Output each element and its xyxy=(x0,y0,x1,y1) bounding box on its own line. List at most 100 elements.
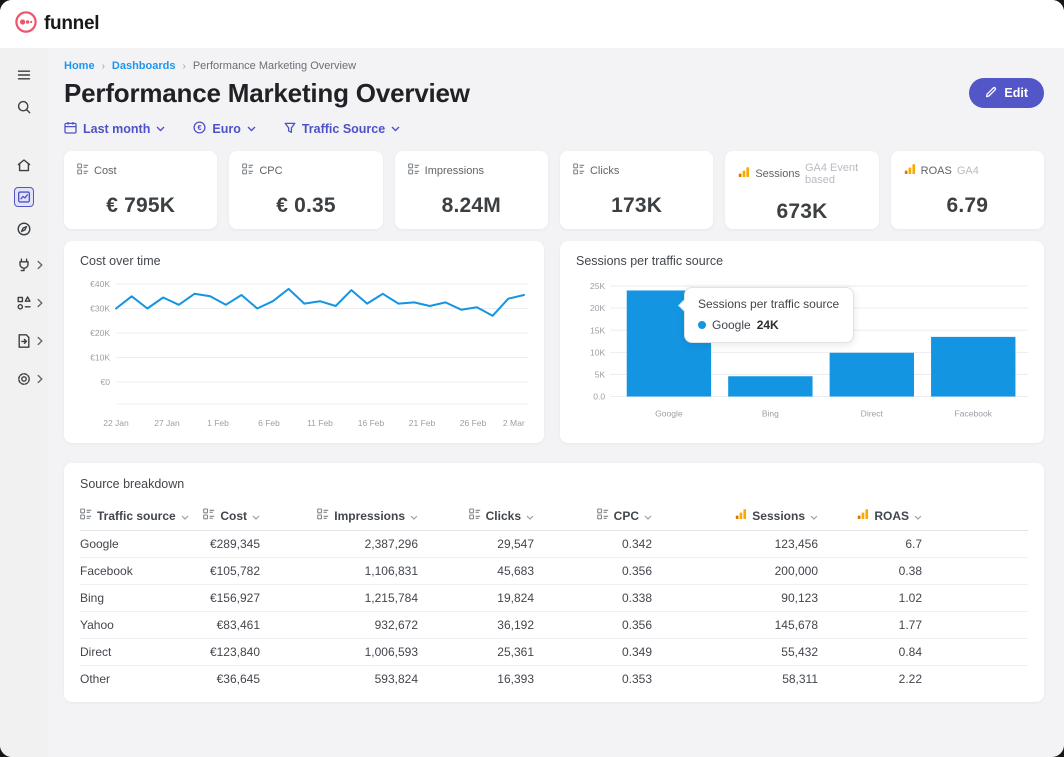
cell-traffic-source: Facebook xyxy=(80,558,198,584)
column-header-sessions[interactable]: Sessions xyxy=(652,503,818,530)
svg-text:10K: 10K xyxy=(590,347,605,357)
sidebar-item-menu[interactable] xyxy=(6,60,42,90)
breadcrumb-home[interactable]: Home xyxy=(64,60,95,72)
cell-impressions: 1,006,593 xyxy=(260,639,418,665)
filter-bar: Last month € Euro Traffic Source xyxy=(64,121,1044,137)
svg-text:21 Feb: 21 Feb xyxy=(409,418,436,428)
chevron-right-icon xyxy=(37,337,44,346)
tooltip-title: Sessions per traffic source xyxy=(698,297,839,311)
svg-text:Google: Google xyxy=(655,409,683,419)
datasource-icon xyxy=(242,162,254,180)
column-header-roas[interactable]: ROAS xyxy=(818,503,922,530)
cell-cost: €36,645 xyxy=(198,666,260,692)
sessions-per-source-card: Sessions per traffic source 0.05K10K15K2… xyxy=(560,241,1044,443)
datasource-icon xyxy=(408,162,420,180)
kpi-card-cpc[interactable]: CPC € 0.35 xyxy=(229,151,382,229)
svg-text:26 Feb: 26 Feb xyxy=(460,418,487,428)
kpi-card-cost[interactable]: Cost€ 795K xyxy=(64,151,217,229)
kpi-card-impressions[interactable]: Impressions8.24M xyxy=(395,151,548,229)
date-range-filter[interactable]: Last month xyxy=(64,121,165,137)
currency-filter[interactable]: € Euro xyxy=(193,121,255,137)
cell-clicks: 19,824 xyxy=(418,585,534,611)
cell-cpc: 0.342 xyxy=(534,531,652,557)
column-header-clicks[interactable]: Clicks xyxy=(418,503,534,530)
svg-text:Facebook: Facebook xyxy=(955,409,993,419)
cell-traffic-source: Google xyxy=(80,531,198,557)
kpi-value: 173K xyxy=(573,194,700,218)
plug-icon xyxy=(15,256,33,274)
svg-text:27 Jan: 27 Jan xyxy=(154,418,180,428)
breadcrumb-dashboards[interactable]: Dashboards xyxy=(112,60,176,72)
sidebar-item-exports[interactable] xyxy=(6,326,42,356)
logo-text: funnel xyxy=(44,13,99,35)
home-icon xyxy=(15,156,33,174)
chart-title: Cost over time xyxy=(80,254,528,268)
cell-cpc: 0.353 xyxy=(534,666,652,692)
hamburger-icon xyxy=(15,66,33,84)
chart-tooltip: Sessions per traffic source Google 24K xyxy=(684,287,854,343)
svg-text:€10K: €10K xyxy=(90,353,110,363)
app-window: funnel Home › Dashboards › Performance M… xyxy=(0,0,1064,757)
sidebar-item-search[interactable] xyxy=(6,92,42,122)
cell-cpc: 0.356 xyxy=(534,612,652,638)
ga4-bars-icon xyxy=(857,508,869,523)
table-header-row: Traffic sourceCostImpressionsClicksCPCSe… xyxy=(80,503,1028,531)
kpi-label: CPC xyxy=(259,165,282,177)
main-content: Home › Dashboards › Performance Marketin… xyxy=(48,48,1064,757)
cell-roas: 2.22 xyxy=(818,666,922,692)
kpi-card-clicks[interactable]: Clicks173K xyxy=(560,151,713,229)
column-header-impressions[interactable]: Impressions xyxy=(260,503,418,530)
sidebar xyxy=(0,48,48,757)
cell-sessions: 58,311 xyxy=(652,666,818,692)
sidebar-item-connectors[interactable] xyxy=(6,250,42,280)
sidebar-item-settings[interactable] xyxy=(6,364,42,394)
cell-traffic-source: Bing xyxy=(80,585,198,611)
cell-clicks: 16,393 xyxy=(418,666,534,692)
column-header-traffic-source[interactable]: Traffic source xyxy=(80,503,198,530)
column-header-cost[interactable]: Cost xyxy=(198,503,260,530)
cell-impressions: 1,106,831 xyxy=(260,558,418,584)
sidebar-item-explore[interactable] xyxy=(6,214,42,244)
svg-text:25K: 25K xyxy=(590,281,605,291)
page-title: Performance Marketing Overview xyxy=(64,78,470,109)
series-dot-icon xyxy=(698,321,706,329)
caret-down-icon xyxy=(644,509,652,523)
cell-cost: €123,840 xyxy=(198,639,260,665)
table-row-other: Other€36,645593,82416,3930.35358,3112.22 xyxy=(80,666,1028,692)
edit-button[interactable]: Edit xyxy=(969,78,1044,108)
column-header-cpc[interactable]: CPC xyxy=(534,503,652,530)
svg-text:16 Feb: 16 Feb xyxy=(358,418,385,428)
sidebar-item-data-sources[interactable] xyxy=(6,288,42,318)
svg-text:22 Jan: 22 Jan xyxy=(103,418,129,428)
table-row-yahoo: Yahoo€83,461932,67236,1920.356145,6781.7… xyxy=(80,612,1028,639)
kpi-card-sessions[interactable]: SessionsGA4 Event based673K xyxy=(725,151,878,229)
shapes-icon xyxy=(15,294,33,312)
caret-down-icon xyxy=(410,509,418,523)
caret-down-icon xyxy=(252,509,260,523)
cell-sessions: 123,456 xyxy=(652,531,818,557)
svg-text:€30K: €30K xyxy=(90,304,110,314)
kpi-value: € 0.35 xyxy=(242,194,369,218)
kpi-card-roas[interactable]: ROASGA46.79 xyxy=(891,151,1044,229)
calendar-icon xyxy=(64,121,77,137)
chevron-right-icon xyxy=(37,261,44,270)
kpi-label: ROAS xyxy=(921,165,952,177)
line-chart[interactable]: €0€10K€20K€30K€40K22 Jan27 Jan1 Feb6 Feb… xyxy=(80,274,528,437)
cell-clicks: 29,547 xyxy=(418,531,534,557)
datasource-icon xyxy=(317,508,329,523)
cell-cost: €289,345 xyxy=(198,531,260,557)
ga4-bars-icon xyxy=(738,165,750,183)
cell-roas: 1.77 xyxy=(818,612,922,638)
cell-sessions: 55,432 xyxy=(652,639,818,665)
cell-traffic-source: Direct xyxy=(80,639,198,665)
datasource-icon xyxy=(597,508,609,523)
tooltip-value: 24K xyxy=(757,318,779,332)
svg-text:20K: 20K xyxy=(590,303,605,313)
cell-clicks: 25,361 xyxy=(418,639,534,665)
traffic-source-filter[interactable]: Traffic Source xyxy=(284,122,400,137)
sidebar-item-dashboards[interactable] xyxy=(6,182,42,212)
funnel-logo[interactable]: funnel xyxy=(14,10,99,39)
caret-down-icon xyxy=(914,509,922,523)
svg-text:15K: 15K xyxy=(590,325,605,335)
sidebar-item-home[interactable] xyxy=(6,150,42,180)
